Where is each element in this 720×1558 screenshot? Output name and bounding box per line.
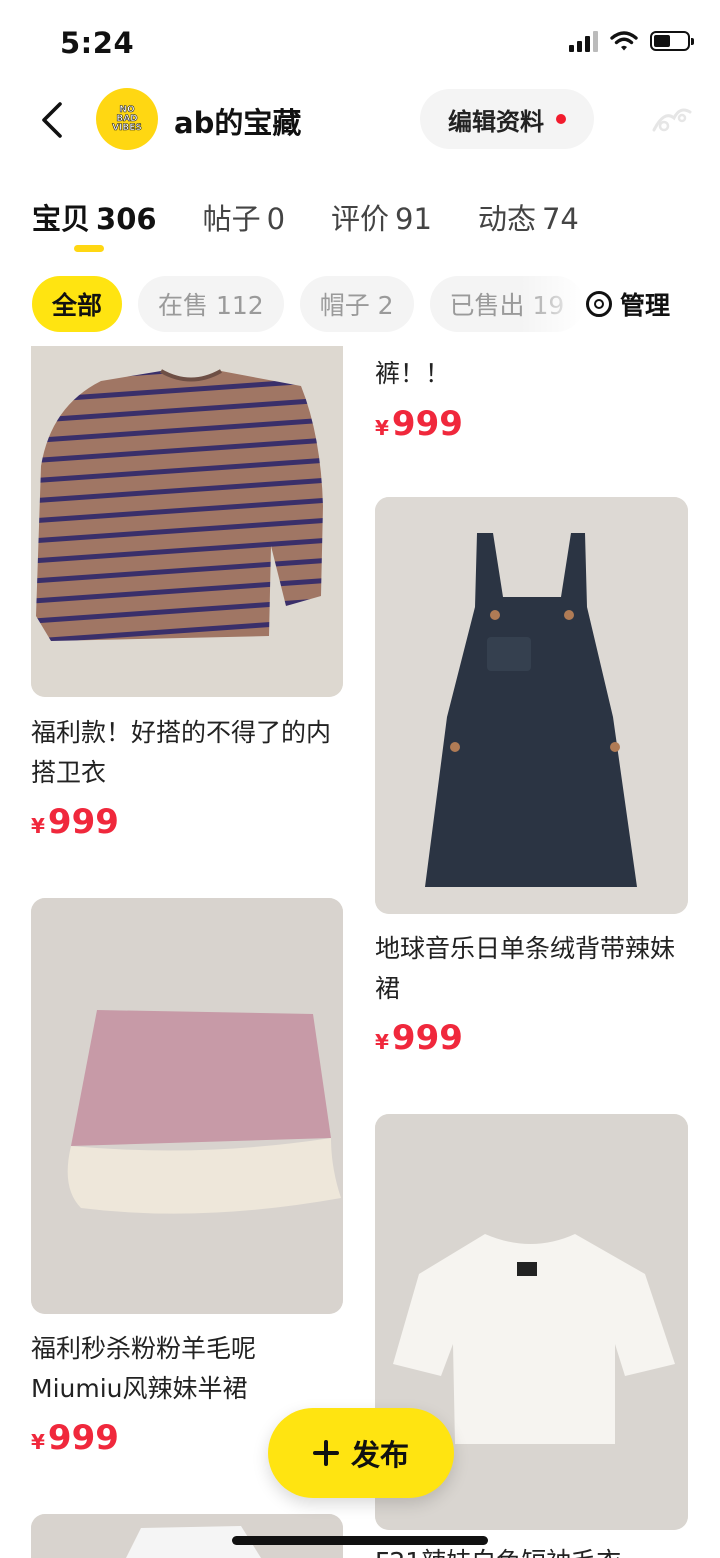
decor-icon[interactable] (650, 100, 694, 140)
avatar-text-3: VIBES (112, 122, 142, 133)
tab-reviews-count: 91 (395, 202, 432, 236)
product-image-overall-dress[interactable] (375, 497, 688, 914)
active-tab-indicator (74, 245, 104, 252)
overall-dress-image (375, 497, 688, 914)
price-value: 999 (47, 1418, 119, 1458)
tab-items-count: 306 (96, 202, 157, 236)
filter-chip-on-sale[interactable]: 在售 112 (138, 276, 284, 332)
price-value: 999 (391, 404, 463, 444)
price-value: 999 (391, 1018, 463, 1058)
product-image-pink-skirt[interactable] (31, 898, 343, 1314)
tab-activity-count: 74 (541, 202, 579, 236)
notification-dot (556, 114, 566, 124)
tab-items[interactable]: 宝贝 306 (32, 196, 157, 238)
tab-items-label: 宝贝 (32, 202, 91, 236)
publish-label: 发布 (350, 1438, 409, 1472)
filter-chips: 全部 在售 112 帽子 2 已售出 19 (32, 276, 582, 332)
profile-tabs: 宝贝 306 帖子 0 评价 91 动态 74 (32, 196, 625, 238)
pink-skirt-image (31, 898, 343, 1314)
cellular-signal-icon (569, 30, 598, 52)
tab-posts[interactable]: 帖子 0 (203, 196, 285, 238)
battery-icon (650, 31, 694, 51)
status-time: 5:24 (60, 26, 135, 60)
currency-symbol: ¥ (375, 1030, 389, 1054)
edit-profile-button[interactable]: 编辑资料 (420, 89, 594, 149)
product-title-pink-skirt[interactable]: 福利秒杀粉粉羊毛呢Miumiu风辣妹半裙 (31, 1329, 346, 1409)
product-title-overall-dress[interactable]: 地球音乐日单条绒背带辣妹裙 (375, 929, 690, 1009)
tab-reviews[interactable]: 评价 91 (331, 196, 432, 238)
currency-symbol: ¥ (31, 1430, 45, 1454)
product-price-overall-dress: ¥999 (375, 1018, 463, 1058)
tab-posts-count: 0 (266, 202, 286, 236)
tab-posts-label: 帖子 (202, 202, 261, 236)
status-icons (569, 30, 694, 52)
chevron-left-icon (42, 102, 62, 138)
product-title-striped-top[interactable]: 福利款！好搭的不得了的内搭卫衣 (31, 713, 346, 793)
product-price-pink-skirt: ¥999 (31, 1418, 119, 1458)
manage-label: 管理 (620, 291, 671, 320)
filter-chip-all[interactable]: 全部 (32, 276, 123, 332)
wifi-icon (610, 31, 638, 51)
product-price-top-right: ¥999 (375, 404, 463, 444)
tab-reviews-label: 评价 (331, 202, 390, 236)
edit-profile-label: 编辑资料 (448, 107, 544, 136)
home-indicator (232, 1536, 488, 1545)
chips-fade-overlay (520, 276, 584, 332)
product-price-striped-top: ¥999 (31, 802, 119, 842)
currency-symbol: ¥ (31, 814, 45, 838)
currency-symbol: ¥ (375, 416, 389, 440)
price-value: 999 (47, 802, 119, 842)
plus-icon (312, 1440, 339, 1466)
manage-icon (586, 291, 612, 317)
product-image-striped-top[interactable] (31, 346, 343, 697)
tab-activity[interactable]: 动态 74 (478, 196, 579, 238)
product-title-top-right[interactable]: 裤！！ (375, 354, 690, 394)
shop-name[interactable]: ab的宝藏 (174, 100, 301, 142)
manage-button[interactable]: 管理 (586, 286, 670, 322)
filter-chip-hats[interactable]: 帽子 2 (299, 276, 414, 332)
back-button[interactable] (28, 96, 76, 144)
publish-button[interactable]: 发布 (268, 1408, 454, 1498)
striped-sweater-image (31, 346, 343, 697)
tab-activity-label: 动态 (477, 202, 536, 236)
shop-avatar[interactable]: NO BAD VIBES (96, 88, 158, 150)
